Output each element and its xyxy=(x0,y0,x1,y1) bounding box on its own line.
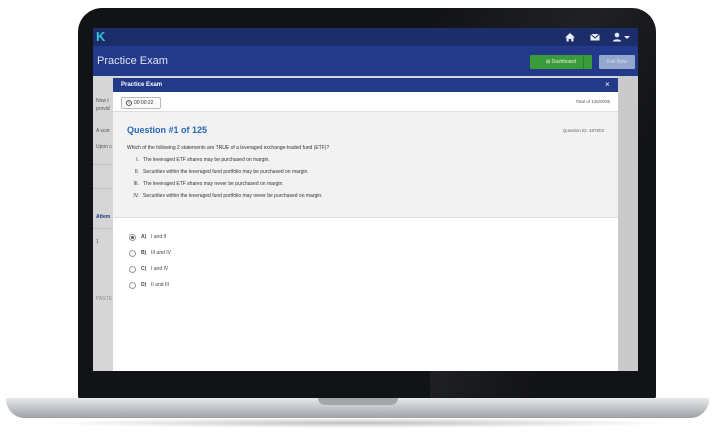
modal-header: Practice Exam × xyxy=(113,78,618,92)
statement: III. The leveraged ETF shares may never b… xyxy=(131,181,284,187)
statement-numeral: II. xyxy=(134,169,139,175)
total-count: Total of 125/0035 xyxy=(575,99,610,104)
laptop-shadow xyxy=(40,418,675,428)
radio-button-selected[interactable] xyxy=(129,234,136,241)
timer-button[interactable]: 00:00:22 xyxy=(121,97,161,109)
close-icon[interactable]: × xyxy=(605,80,610,90)
radio-button[interactable] xyxy=(129,282,136,289)
question-number: Question #1 of 125 xyxy=(127,125,208,135)
exit-button[interactable]: Exit Now xyxy=(599,55,635,69)
question-panel: Question #1 of 125 Question ID: 487803 W… xyxy=(113,111,618,218)
home-icon[interactable] xyxy=(564,31,576,43)
screen: K Practice Exam ⊞ Dashboard Exit Now Now… xyxy=(93,28,638,371)
statement-text: Securities within the leveraged fund por… xyxy=(143,193,323,199)
radio-button[interactable] xyxy=(129,250,136,257)
clock-icon xyxy=(126,100,132,106)
answer-text: III and IV xyxy=(151,250,172,256)
answer-text: I and II xyxy=(151,234,167,240)
top-nav-bar: K xyxy=(93,28,638,46)
answer-letter: B) xyxy=(141,250,147,256)
caret-down-icon[interactable] xyxy=(621,31,633,43)
answer-option-a[interactable]: A) I and II xyxy=(129,233,249,241)
dashboard-dropdown-toggle[interactable] xyxy=(583,55,593,69)
practice-exam-modal: Practice Exam × 00:00:22 Total of 125/00… xyxy=(113,78,618,371)
answer-option-b[interactable]: B) III and IV xyxy=(129,249,249,257)
answer-text: II and III xyxy=(151,282,170,288)
statement-text: The leveraged ETF shares may be purchase… xyxy=(143,157,270,163)
app-logo[interactable]: K xyxy=(96,30,105,44)
answer-letter: D) xyxy=(141,282,147,288)
answer-option-c[interactable]: C) I and IV xyxy=(129,265,249,273)
answer-option-d[interactable]: D) II and III xyxy=(129,281,249,289)
question-id: Question ID: 487803 xyxy=(562,128,604,133)
answer-text: I and IV xyxy=(151,266,169,272)
statement: IV. Securities within the leveraged fund … xyxy=(131,193,323,199)
answer-letter: C) xyxy=(141,266,147,272)
timer-value: 00:00:22 xyxy=(134,100,154,106)
statement: II. Securities within the leveraged fund … xyxy=(131,169,309,175)
page-title: Practice Exam xyxy=(97,55,168,67)
statement-text: Securities within the leveraged fund por… xyxy=(143,169,309,175)
statement-text: The leveraged ETF shares may never be pu… xyxy=(143,181,284,187)
modal-title: Practice Exam xyxy=(121,82,163,88)
question-stem: Which of the following 2 statements are … xyxy=(127,145,330,151)
laptop-notch xyxy=(318,398,398,405)
statement: I. The leveraged ETF shares may be purcha… xyxy=(131,157,270,163)
statement-numeral: I. xyxy=(136,157,139,163)
page-header: Practice Exam ⊞ Dashboard Exit Now xyxy=(93,46,638,76)
mail-icon[interactable] xyxy=(589,31,601,43)
statement-numeral: III. xyxy=(133,181,139,187)
radio-button[interactable] xyxy=(129,266,136,273)
answer-letter: A) xyxy=(141,234,147,240)
statement-numeral: IV. xyxy=(133,193,139,199)
